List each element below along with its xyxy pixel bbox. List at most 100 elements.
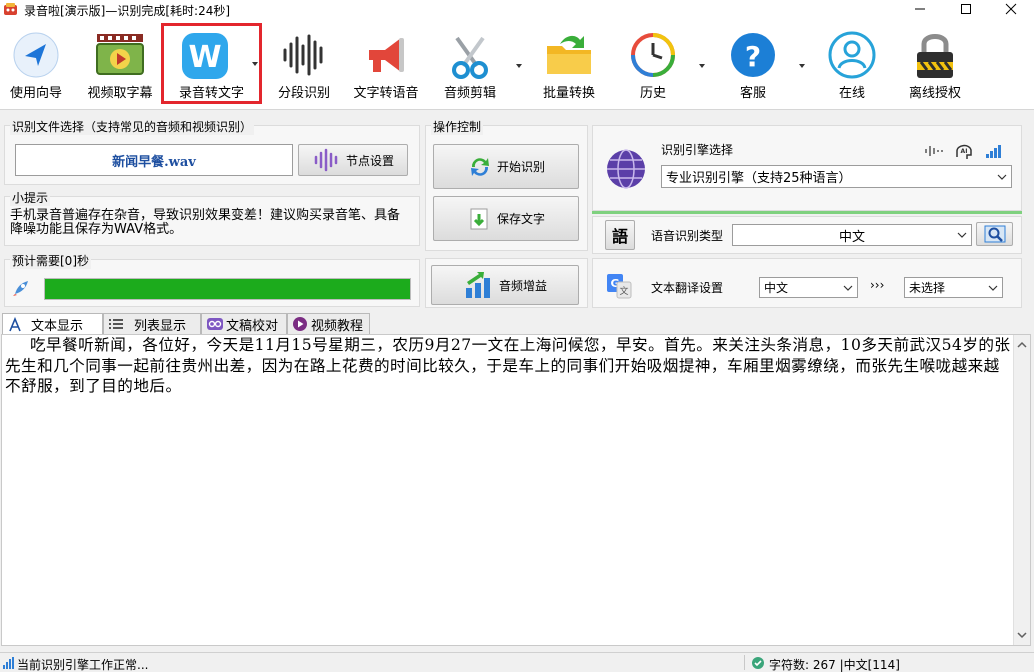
engine-select-value: 专业识别引擎（支持25种语言） <box>666 171 852 186</box>
ai-head-icon: AI <box>956 144 972 159</box>
globe-icon <box>607 149 645 189</box>
title-bar: 录音啦[演示版]—识别完成[耗时:24秒] <box>0 0 1034 18</box>
svg-text:AI: AI <box>961 148 968 155</box>
signal-bars-icon <box>986 145 1001 158</box>
status-bar: 当前识别引擎工作正常... 字符数: 267 |中文[114] <box>0 652 1034 672</box>
waveform-purple-icon <box>314 148 338 172</box>
save-document-icon <box>470 208 488 229</box>
online-button[interactable]: 在线 <box>819 18 885 106</box>
user-online-icon <box>828 31 876 79</box>
chevron-down-icon[interactable] <box>250 59 260 69</box>
progress-bar <box>44 278 411 300</box>
engine-divider <box>592 211 1022 214</box>
chevron-down-icon <box>988 285 998 291</box>
chevron-down-icon[interactable] <box>697 61 707 71</box>
video-subtitle-button[interactable]: 视频取字幕 <box>80 18 160 106</box>
w-badge-icon: W <box>182 33 228 79</box>
chevron-down-icon <box>997 174 1007 180</box>
tab-proofread-label: 文稿校对 <box>226 318 279 334</box>
bar-chart-arrow-icon <box>465 272 490 298</box>
language-badge-icon: 語 <box>605 220 635 250</box>
translate-from-select[interactable]: 中文 <box>759 277 858 298</box>
tab-video-tutorial[interactable]: 视频教程 <box>287 313 370 334</box>
tab-proofread[interactable]: 文稿校对 <box>201 313 287 334</box>
translate-to-value: 未选择 <box>909 281 946 295</box>
translate-label: 文本翻译设置 <box>651 281 724 295</box>
scissors-icon <box>452 36 488 79</box>
offline-license-label: 离线授权 <box>908 86 961 101</box>
megaphone-icon <box>369 38 404 72</box>
tab-text-display[interactable]: 文本显示 <box>2 313 103 335</box>
support-label: 客服 <box>739 86 766 101</box>
audio-edit-button[interactable]: 音频剪辑 <box>437 18 503 106</box>
status-left-text: 当前识别引擎工作正常... <box>17 658 149 672</box>
check-circle-icon <box>752 657 764 669</box>
text-to-speech-label: 文字转语音 <box>353 86 419 101</box>
signal-bars-icon <box>3 657 14 669</box>
translate-icon: G 文 <box>607 274 632 299</box>
tab-text-display-label: 文本显示 <box>31 319 84 334</box>
translate-from-value: 中文 <box>764 281 789 295</box>
maximize-button[interactable] <box>949 0 983 18</box>
history-label: 历史 <box>639 86 666 101</box>
tab-video-tutorial-label: 视频教程 <box>311 318 364 334</box>
node-settings-label: 节点设置 <box>345 153 394 168</box>
translate-to-select[interactable]: 未选择 <box>904 277 1003 298</box>
tips-text: 手机录音普遍存在杂音，导致识别效果变差！建议购买录音笔、具备降噪功能且保存为WA… <box>10 208 401 237</box>
chevron-down-icon[interactable] <box>797 61 807 71</box>
search-button[interactable] <box>976 222 1013 246</box>
chevron-down-icon <box>957 232 967 238</box>
text-to-speech-button[interactable]: 文字转语音 <box>347 18 425 106</box>
guide-label: 使用向导 <box>9 86 62 101</box>
list-icon <box>109 319 123 329</box>
main-toolbar: 使用向导 视频取字幕 W 录音转文字 分段识别 文字转语音 音频剪辑 批量转换 … <box>0 18 1034 110</box>
transcript-text[interactable]: 吃早餐听新闻，各位好，今天是11月15号星期三，农历9月27一文在上海问候您，早… <box>5 335 1011 397</box>
status-right-text: 字符数: 267 |中文[114] <box>769 658 900 672</box>
folder-arrow-icon <box>547 35 591 74</box>
guide-button[interactable]: 使用向导 <box>2 18 70 106</box>
history-button[interactable]: 历史 <box>620 18 686 106</box>
refresh-arrows-icon <box>470 157 489 176</box>
save-text-button[interactable]: 保存文字 <box>433 196 579 241</box>
engine-select[interactable]: 专业识别引擎（支持25种语言） <box>661 165 1012 188</box>
offline-license-button[interactable]: 离线授权 <box>898 18 972 106</box>
recog-type-select[interactable]: 中文 <box>732 224 972 246</box>
batch-convert-label: 批量转换 <box>542 86 595 101</box>
tab-list-display[interactable]: 列表显示 <box>103 313 201 334</box>
file-group-title: 识别文件选择（支持常见的音频和视频识别） <box>10 118 255 135</box>
audio-gain-button[interactable]: 音频增益 <box>431 265 579 305</box>
navigation-arrow-icon <box>13 32 59 78</box>
scroll-up-icon[interactable] <box>1014 337 1030 353</box>
video-subtitle-label: 视频取字幕 <box>87 86 153 101</box>
audio-edit-label: 音频剪辑 <box>443 86 496 101</box>
start-recognition-button[interactable]: 开始识别 <box>433 144 579 189</box>
batch-convert-button[interactable]: 批量转换 <box>536 18 602 106</box>
padlock-icon <box>917 34 953 78</box>
chevron-down-icon[interactable] <box>514 61 524 71</box>
translate-arrows: ››› <box>870 278 885 292</box>
minimize-button[interactable] <box>903 0 937 18</box>
audio-to-text-label: 录音转文字 <box>178 86 244 101</box>
node-settings-button[interactable]: 节点设置 <box>298 144 408 176</box>
video-film-icon <box>96 34 144 75</box>
audio-to-text-button[interactable]: W 录音转文字 <box>161 23 262 104</box>
close-button[interactable] <box>994 0 1028 18</box>
scroll-down-icon[interactable] <box>1014 627 1030 643</box>
vertical-scrollbar[interactable] <box>1013 335 1030 645</box>
svg-text:?: ? <box>745 40 761 73</box>
engine-title: 识别引擎选择 <box>661 143 734 157</box>
svg-text:文: 文 <box>619 285 628 297</box>
window-title: 录音啦[演示版]—识别完成[耗时:24秒] <box>24 4 231 18</box>
support-button[interactable]: ? 客服 <box>720 18 786 106</box>
segment-recognition-button[interactable]: 分段识别 <box>272 18 336 106</box>
audio-gain-label: 音频增益 <box>498 278 547 293</box>
file-name-field[interactable]: 新闻早餐.wav <box>15 144 293 176</box>
recog-type-value: 中文 <box>838 229 865 245</box>
waveform-icon <box>283 34 323 76</box>
online-label: 在线 <box>838 86 865 101</box>
rocket-icon <box>13 281 28 296</box>
transcript-area[interactable]: 吃早餐听新闻，各位好，今天是11月15号星期三，农历9月27一文在上海问候您，早… <box>1 334 1031 646</box>
status-divider <box>744 655 745 670</box>
search-icon <box>984 225 1005 243</box>
close-icon <box>1005 3 1017 15</box>
